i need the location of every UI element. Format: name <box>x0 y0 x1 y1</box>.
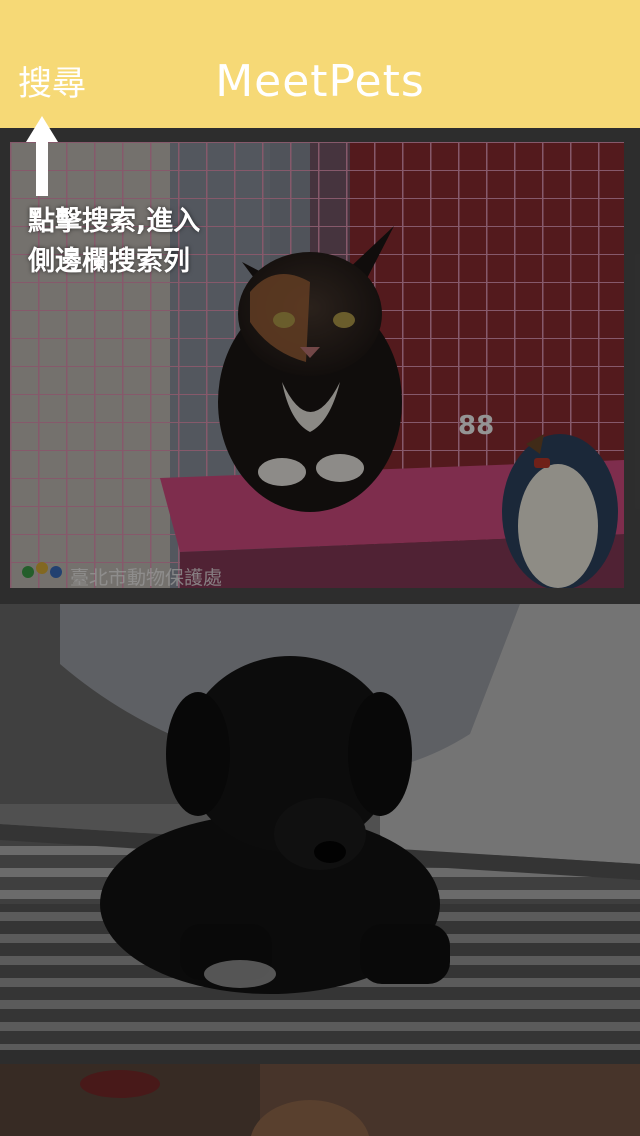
pet-photo <box>0 1064 640 1136</box>
hint-line-1: 點擊搜索,進入 <box>28 206 201 237</box>
photo-watermark: 臺北市動物保護處 <box>70 567 222 588</box>
pet-photo-dog <box>0 604 640 1050</box>
sticker-text: 88 <box>458 411 494 441</box>
arrow-up-icon <box>26 116 58 196</box>
app-title: MeetPets <box>215 56 425 107</box>
navigation-bar: 搜尋 MeetPets <box>0 0 640 128</box>
pet-card[interactable] <box>0 604 640 1050</box>
pet-card[interactable] <box>0 1064 640 1136</box>
onboarding-hint: 點擊搜索,進入 側邊欄搜索列 <box>28 202 288 282</box>
hint-line-2: 側邊欄搜索列 <box>28 246 190 277</box>
